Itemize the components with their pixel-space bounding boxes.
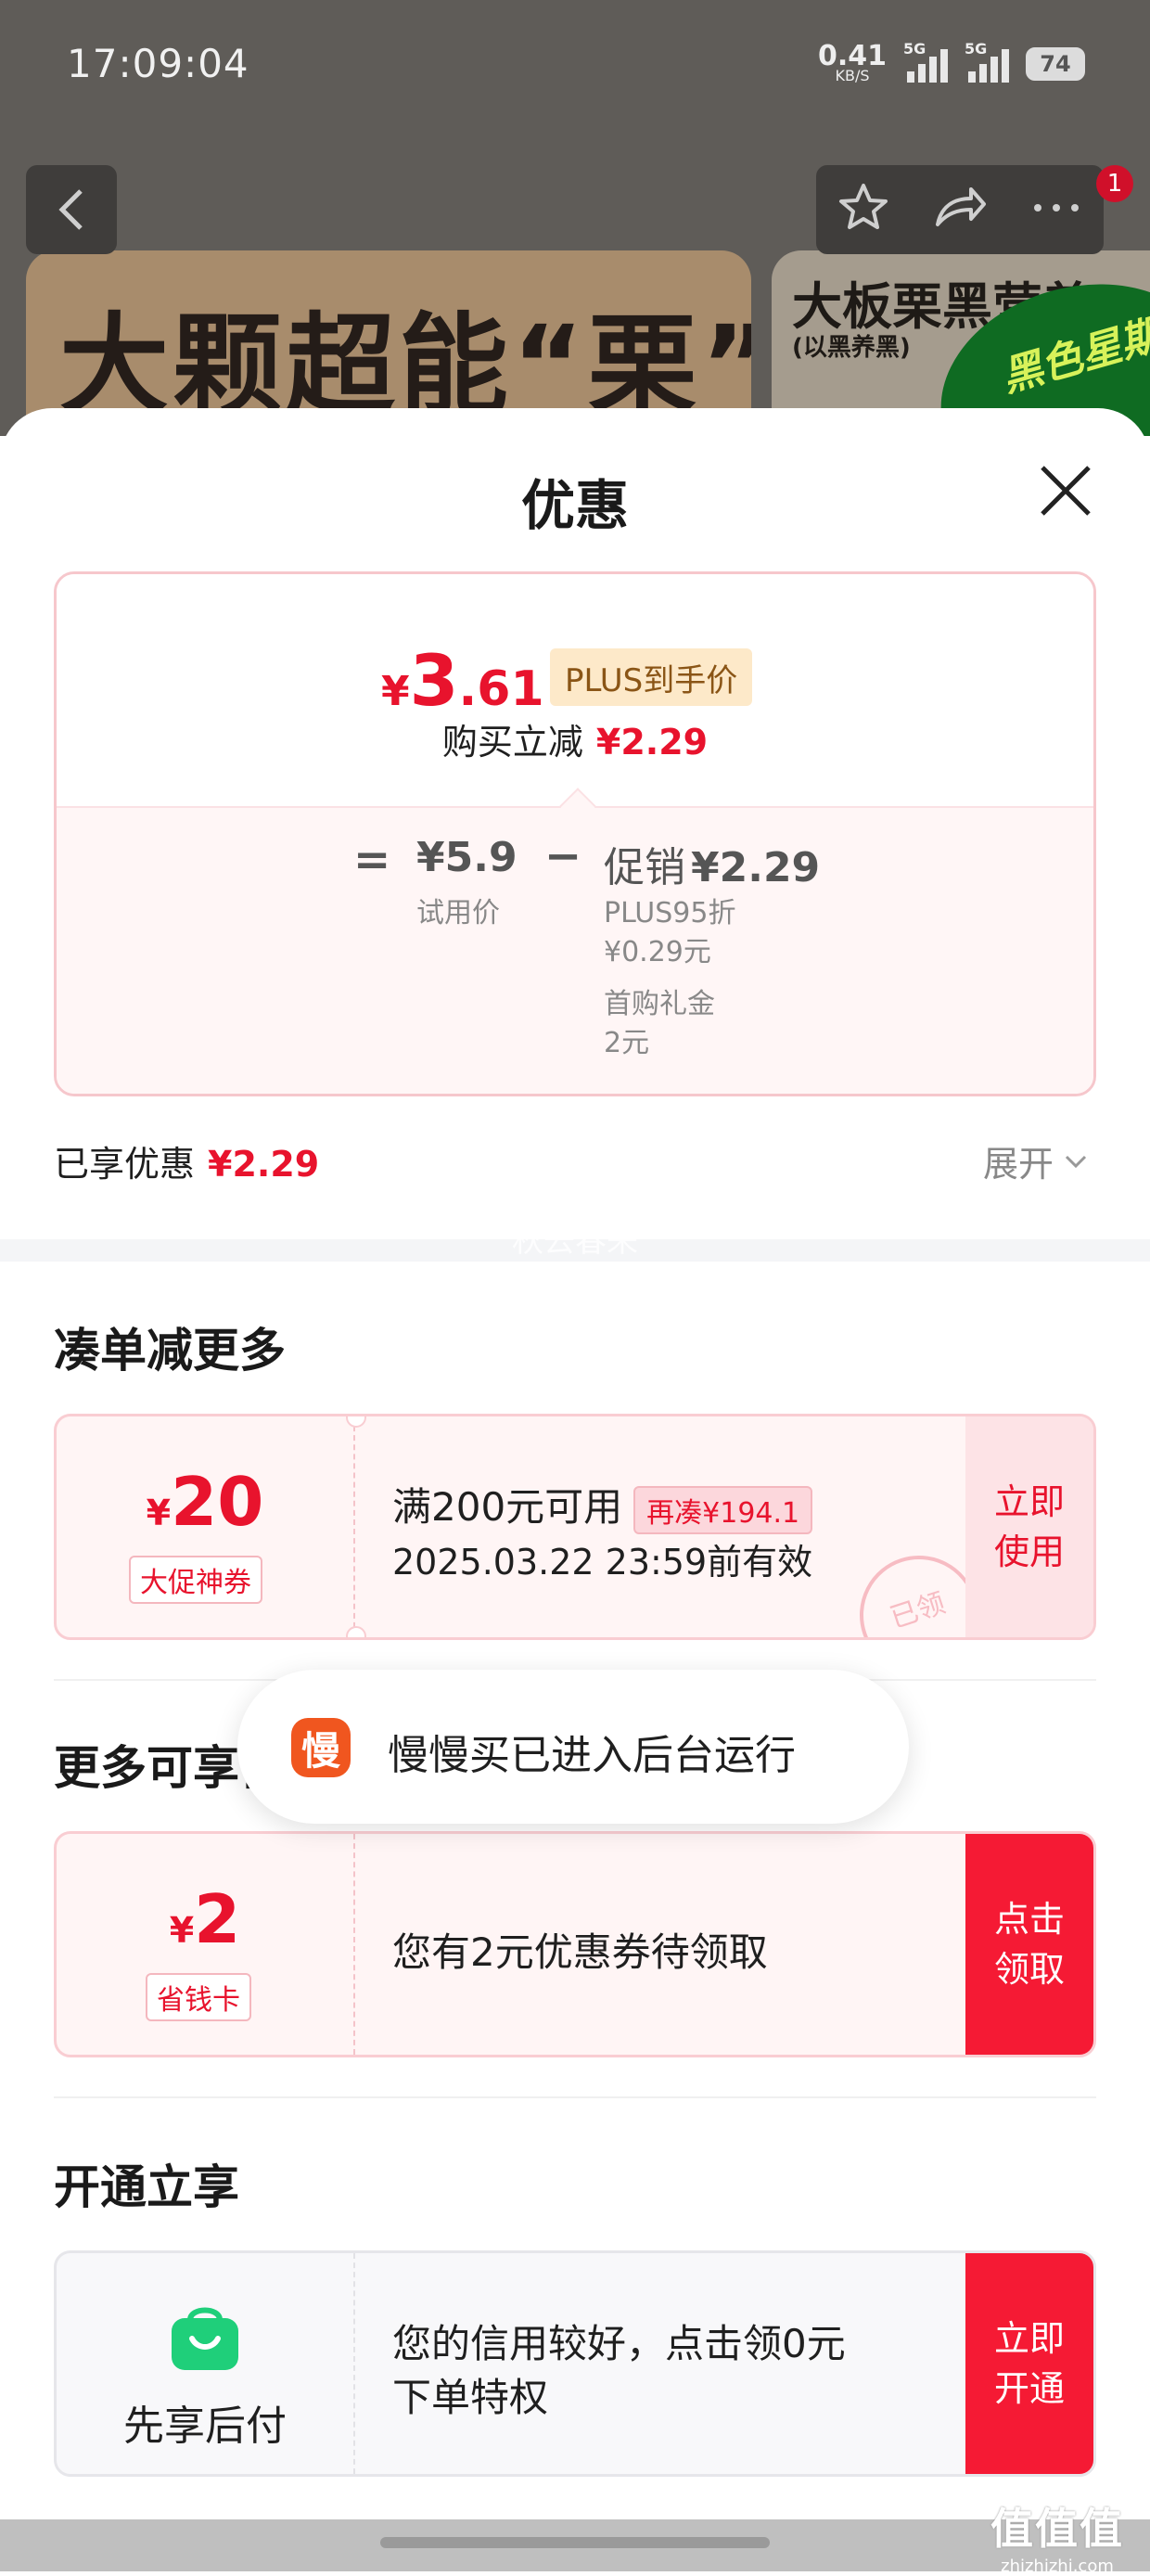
coupon-amount-value: 20 (171, 1463, 264, 1541)
final-price: ¥3.61 (381, 639, 544, 722)
battery-level: 74 (1040, 51, 1071, 77)
section-title-activate: 开通立享 (54, 2160, 239, 2214)
net-speed: 0.41 KB/S (818, 43, 887, 83)
more-dots-icon (1034, 204, 1079, 211)
share-icon (936, 187, 986, 226)
coupon-currency: ¥ (146, 1493, 172, 1533)
minus-sign: − (544, 830, 582, 882)
status-bar: 17:09:04 0.41 KB/S 5G 5G 74 (0, 0, 1150, 139)
enjoyed-label: 已享优惠 (54, 1144, 196, 1185)
trial-price-label: 试用价 (416, 897, 500, 929)
promo-item: 首购礼金 (604, 988, 715, 1020)
signal-2-icon: 5G (965, 40, 1009, 83)
close-button[interactable] (1035, 460, 1096, 525)
coupon-condition: 满200元可用 (392, 1484, 623, 1530)
use-now-button[interactable]: 立即 使用 (965, 1416, 1093, 1637)
bnpl-label: 先享后付 (123, 2403, 287, 2450)
trial-price: ¥5.9 (416, 834, 518, 881)
final-price-currency: ¥ (381, 668, 410, 715)
coupon-amount: ¥20 (57, 1463, 353, 1541)
brand-watermark-logo: 值值值 (990, 2504, 1124, 2554)
share-button[interactable] (930, 180, 990, 239)
instant-cut-value: ¥2.29 (595, 722, 709, 763)
coupon-gap-tag: 再凑¥194.1 (633, 1485, 813, 1534)
bnpl-desc-line2: 下单特权 (392, 2375, 549, 2420)
divider (54, 2096, 1096, 2098)
signal-1-tag: 5G (903, 40, 926, 58)
user-watermark: 秋去春来 (512, 1223, 638, 1260)
background-run-toast: 慢 慢慢买已进入后台运行 (237, 1670, 909, 1824)
promo-item: ¥0.29元 (604, 936, 711, 968)
home-indicator[interactable] (380, 2537, 770, 2548)
promo-value: ¥2.29 (691, 844, 821, 891)
coupon-card-more: ¥2 省钱卡 您有2元优惠券待领取 点击 领取 (54, 1831, 1096, 2057)
back-button[interactable] (26, 165, 117, 254)
battery-icon: 74 (1026, 47, 1085, 81)
sheet-title: 优惠 (520, 474, 629, 537)
close-icon (1041, 466, 1091, 516)
coupon-type-tag: 大促神券 (129, 1556, 262, 1604)
coupon-condition-line: 满200元可用 再凑¥194.1 (392, 1476, 813, 1534)
section-title-combine: 凑单减更多 (54, 1324, 286, 1378)
coupon-amount: ¥2 (57, 1880, 353, 1958)
enjoyed-value: ¥2.29 (208, 1144, 320, 1185)
claim-label: 点击 领取 (993, 1899, 1065, 1990)
signal-2-tag: 5G (965, 40, 988, 58)
instant-cut-line: 购买立减 ¥2.29 (57, 713, 1093, 764)
expand-label: 展开 (983, 1144, 1054, 1185)
coupon-expiry: 2025.03.22 23:59前有效 (392, 1542, 813, 1583)
brand-watermark: 值值值 zhizhizhi.com (974, 2495, 1141, 2576)
shopping-bag-icon (172, 2307, 238, 2370)
bnpl-card: 先享后付 您的信用较好，点击领0元 下单特权 立即 开通 (54, 2250, 1096, 2477)
promo-item: 2元 (604, 1027, 650, 1059)
coupon-card-combine: ¥20 大促神券 满200元可用 再凑¥194.1 2025.03.22 23:5… (54, 1414, 1096, 1640)
use-now-label: 立即 使用 (993, 1481, 1065, 1572)
plus-price-tag: PLUS到手价 (550, 648, 753, 706)
more-button[interactable] (1029, 199, 1084, 221)
favorite-button[interactable] (836, 180, 891, 239)
instant-cut-label: 购买立减 (441, 722, 583, 763)
star-icon (839, 184, 888, 229)
status-time: 17:09:04 (67, 41, 249, 86)
banner-side-badge: 黑色星期五 (996, 300, 1150, 402)
signal-1-icon: 5G (903, 40, 948, 83)
promo-total: 促销 ¥2.29 (604, 834, 820, 893)
brand-watermark-url: zhizhizhi.com (1001, 2557, 1114, 2576)
chevron-down-icon (1065, 1155, 1087, 1168)
toast-text: 慢慢买已进入后台运行 (388, 1732, 796, 1779)
claim-button[interactable]: 点击 领取 (965, 1834, 1093, 2055)
expand-button[interactable]: 展开 (983, 1135, 1089, 1186)
coupon-notch (346, 1626, 366, 1637)
banner-side-sub: (以黑养黑) (792, 334, 911, 362)
status-indicators: 0.41 KB/S 5G 5G 74 (818, 40, 1085, 87)
enjoyed-discount: 已享优惠 ¥2.29 (54, 1135, 319, 1186)
coupon-desc: 您有2元优惠券待领取 (392, 1929, 768, 1975)
final-price-int: 3 (409, 639, 459, 722)
app-logo-icon: 慢 (291, 1718, 351, 1777)
bnpl-desc-line1: 您的信用较好，点击领0元 (392, 2321, 846, 2366)
activate-label: 立即 开通 (993, 2318, 1065, 2409)
top-actions (816, 165, 1104, 254)
price-breakdown-card: ¥3.61 PLUS到手价 购买立减 ¥2.29 = ¥5.9 试用价 − 促销 ¥… (54, 571, 1096, 1096)
final-price-dec: .61 (458, 661, 544, 717)
promo-label: 促销 (604, 844, 685, 891)
equals-sign: = (353, 834, 391, 886)
promo-item: PLUS95折 (604, 897, 736, 929)
activate-button[interactable]: 立即 开通 (965, 2253, 1093, 2474)
notification-badge: 1 (1096, 165, 1133, 202)
coupon-currency: ¥ (169, 1910, 195, 1951)
chevron-left-icon (58, 189, 83, 230)
discount-sheet: 优惠 ¥3.61 PLUS到手价 购买立减 ¥2.29 = ¥5.9 试用价 − … (0, 408, 1150, 2571)
coupon-amount-value: 2 (194, 1880, 241, 1958)
coupon-type-tag: 省钱卡 (146, 1973, 251, 2021)
